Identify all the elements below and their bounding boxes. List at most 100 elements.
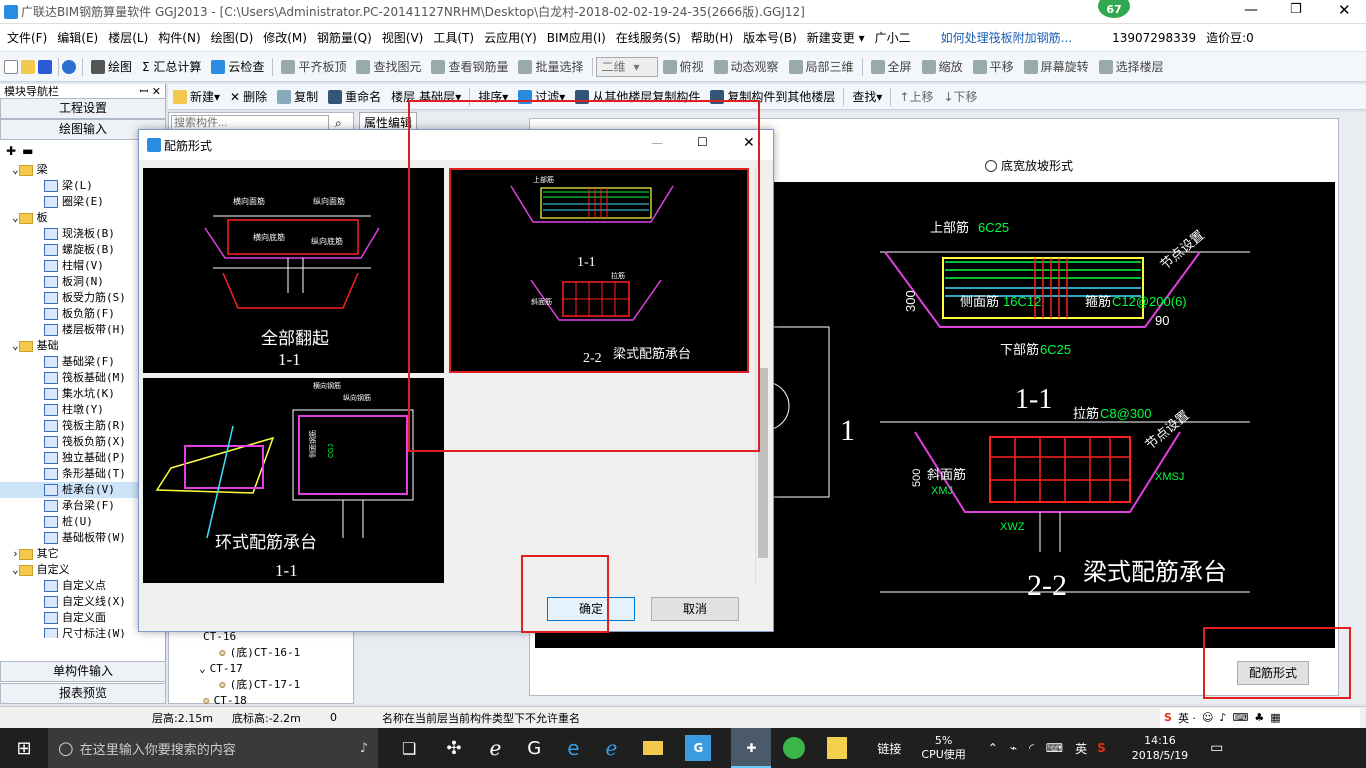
taskbar-search[interactable]: ○ 在这里输入你要搜索的内容 ♪ bbox=[48, 728, 378, 768]
option-full-fold[interactable]: 横向面筋 纵向面筋 横向底筋 纵向底筋 全部翻起 1-1 bbox=[143, 168, 444, 373]
notepad-icon[interactable] bbox=[827, 737, 848, 759]
list-item[interactable]: ❂ (底)CT-16-1 bbox=[169, 645, 353, 661]
ggj-app-icon[interactable]: ✚ bbox=[731, 728, 772, 768]
report-preview-button[interactable]: 报表预览 bbox=[0, 683, 166, 704]
menu-draw[interactable]: 绘图(D) bbox=[206, 29, 259, 46]
find-button[interactable]: 查找 ▾ bbox=[847, 88, 887, 105]
dialog-maximize-button[interactable]: ☐ bbox=[697, 135, 708, 149]
user-phone[interactable]: 13907298339 bbox=[1107, 31, 1201, 45]
save-icon[interactable] bbox=[38, 59, 52, 74]
radio-icon[interactable] bbox=[985, 159, 997, 172]
menu-edit[interactable]: 编辑(E) bbox=[52, 29, 103, 46]
zoom-button[interactable]: 缩放 bbox=[917, 58, 968, 75]
align-slab-button[interactable]: 平齐板顶 bbox=[276, 58, 351, 75]
menu-file[interactable]: 文件(F) bbox=[2, 29, 52, 46]
menu-bim[interactable]: BIM应用(I) bbox=[542, 29, 611, 46]
copy-to-floor-button[interactable]: 复制构件到其他楼层 bbox=[705, 88, 840, 105]
dialog-scrollbar[interactable] bbox=[755, 168, 769, 583]
menu-help[interactable]: 帮助(H) bbox=[686, 29, 738, 46]
notification-badge[interactable]: 67 bbox=[1096, 0, 1132, 20]
batch-select-button[interactable]: 批量选择 bbox=[513, 58, 588, 75]
menu-guang[interactable]: 广小二 bbox=[870, 29, 916, 46]
orbit-button[interactable]: 动态观察 bbox=[709, 58, 784, 75]
draw-button[interactable]: 绘图 bbox=[86, 58, 137, 75]
sogou-tray-icon[interactable]: S bbox=[1097, 741, 1106, 755]
expand-all-icon[interactable]: ✚ bbox=[6, 144, 16, 158]
menu-new-change[interactable]: 新建变更 ▾ bbox=[802, 29, 870, 46]
windows-start-icon[interactable]: ⊞ bbox=[0, 738, 48, 759]
wifi-icon[interactable]: ◜ bbox=[1029, 741, 1034, 755]
menu-version[interactable]: 版本号(B) bbox=[738, 29, 802, 46]
sort-button[interactable]: 排序 ▾ bbox=[473, 88, 513, 105]
menu-view[interactable]: 视图(V) bbox=[377, 29, 429, 46]
notification-center-icon[interactable]: ▭ bbox=[1210, 740, 1223, 756]
dialog-minimize-button[interactable]: — bbox=[651, 136, 663, 150]
open-file-icon[interactable] bbox=[21, 59, 35, 74]
menu-modify[interactable]: 修改(M) bbox=[258, 29, 312, 46]
view-mode-select[interactable]: 二维 ▾ bbox=[595, 56, 658, 77]
filter-button[interactable]: 过滤 ▾ bbox=[513, 88, 570, 105]
menu-cloud[interactable]: 云应用(Y) bbox=[479, 29, 542, 46]
clock[interactable]: 14:16 2018/5/19 bbox=[1132, 733, 1188, 763]
task-view-icon[interactable]: ❏ bbox=[402, 739, 416, 758]
folder-icon[interactable] bbox=[643, 741, 664, 755]
rebar-form-button[interactable]: 配筋形式 bbox=[1237, 661, 1309, 685]
view-rebar-button[interactable]: 查看钢筋量 bbox=[426, 58, 513, 75]
summary-calc-button[interactable]: Σ 汇总计算 bbox=[137, 58, 206, 75]
ok-button[interactable]: 确定 bbox=[547, 597, 635, 621]
copy-from-floor-button[interactable]: 从其他楼层复制构件 bbox=[570, 88, 705, 105]
cloud-check-button[interactable]: 云检查 bbox=[206, 58, 269, 75]
taskbar-link[interactable]: 链接 bbox=[877, 740, 901, 757]
network-icon[interactable]: ⌁ bbox=[1010, 741, 1017, 755]
green-app-icon[interactable] bbox=[783, 737, 806, 759]
new-component-button[interactable]: 新建 ▾ bbox=[168, 88, 225, 105]
rotate-screen-button[interactable]: 屏幕旋转 bbox=[1019, 58, 1094, 75]
top-view-button[interactable]: 俯视 bbox=[658, 58, 709, 75]
project-settings-button[interactable]: 工程设置 bbox=[0, 98, 166, 119]
copy-button[interactable]: 复制 bbox=[272, 88, 323, 105]
minimize-button[interactable]: — bbox=[1244, 2, 1258, 18]
cancel-button[interactable]: 取消 bbox=[651, 597, 739, 621]
tray-chevron-icon[interactable]: ⌃ bbox=[988, 741, 998, 755]
scrollbar-thumb[interactable] bbox=[758, 368, 768, 558]
radio-bottom-slope[interactable]: 底宽放坡形式 bbox=[985, 157, 1073, 174]
fullscreen-button[interactable]: 全屏 bbox=[866, 58, 917, 75]
app-g-icon[interactable]: G bbox=[527, 738, 541, 759]
glodon-g-icon[interactable]: G bbox=[685, 735, 712, 761]
new-file-icon[interactable] bbox=[4, 59, 18, 74]
keyboard-tray-icon[interactable]: ⌨ bbox=[1046, 741, 1063, 755]
collapse-all-icon[interactable]: ▬ bbox=[22, 144, 33, 158]
ie-icon[interactable]: ℯ bbox=[606, 736, 618, 760]
menu-component[interactable]: 构件(N) bbox=[153, 29, 205, 46]
lang-indicator[interactable]: 英 bbox=[1075, 740, 1087, 757]
dialog-close-button[interactable]: ✕ bbox=[743, 135, 755, 151]
rename-button[interactable]: 重命名 bbox=[323, 88, 386, 105]
single-component-button[interactable]: 单构件输入 bbox=[0, 661, 166, 682]
restore-button[interactable]: ❐ bbox=[1290, 2, 1302, 17]
list-item[interactable]: ❂ (底)CT-17-1 bbox=[169, 677, 353, 693]
menu-floor[interactable]: 楼层(L) bbox=[103, 29, 153, 46]
move-down-button[interactable]: ↓ 下移 bbox=[938, 88, 982, 105]
undo-icon[interactable] bbox=[62, 59, 76, 74]
option-beam-pile-cap[interactable]: 上部筋 拉筋 斜面筋 1-1 2-2 梁式配筋承台 bbox=[449, 168, 749, 373]
help-link[interactable]: 如何处理筏板附加钢筋... bbox=[936, 29, 1077, 46]
select-floor-button[interactable]: 选择楼层 bbox=[1094, 58, 1169, 75]
fan-app-icon[interactable]: ✣ bbox=[446, 738, 461, 759]
floor-select[interactable]: 楼层 基础层 ▾ bbox=[386, 88, 466, 105]
menu-rebar[interactable]: 钢筋量(Q) bbox=[312, 29, 377, 46]
local-3d-button[interactable]: 局部三维 bbox=[784, 58, 859, 75]
list-item[interactable]: ⌄ CT-17 bbox=[169, 661, 353, 677]
mic-icon[interactable]: ♪ bbox=[360, 741, 368, 756]
pan-button[interactable]: 平移 bbox=[968, 58, 1019, 75]
ime-bar[interactable]: S英 · ☺ ♪ ⌨ ♣ ▦ bbox=[1160, 707, 1360, 728]
browser-e-icon[interactable]: ℯ bbox=[489, 736, 501, 760]
move-up-button[interactable]: ↑ 上移 bbox=[894, 88, 938, 105]
close-button[interactable]: ✕ bbox=[1338, 1, 1351, 19]
menu-tools[interactable]: 工具(T) bbox=[428, 29, 479, 46]
pin-icon[interactable]: ꟷ ✕ bbox=[139, 84, 161, 99]
find-element-button[interactable]: 查找图元 bbox=[351, 58, 426, 75]
edge-icon[interactable]: e bbox=[567, 736, 579, 760]
option-ring-pile-cap[interactable]: 横向钢筋 纵向钢筋 侧面钢筋 CGJ 环式配筋承台 1-1 bbox=[143, 378, 444, 583]
menu-online[interactable]: 在线服务(S) bbox=[611, 29, 686, 46]
delete-button[interactable]: ✕ 删除 bbox=[225, 88, 272, 105]
